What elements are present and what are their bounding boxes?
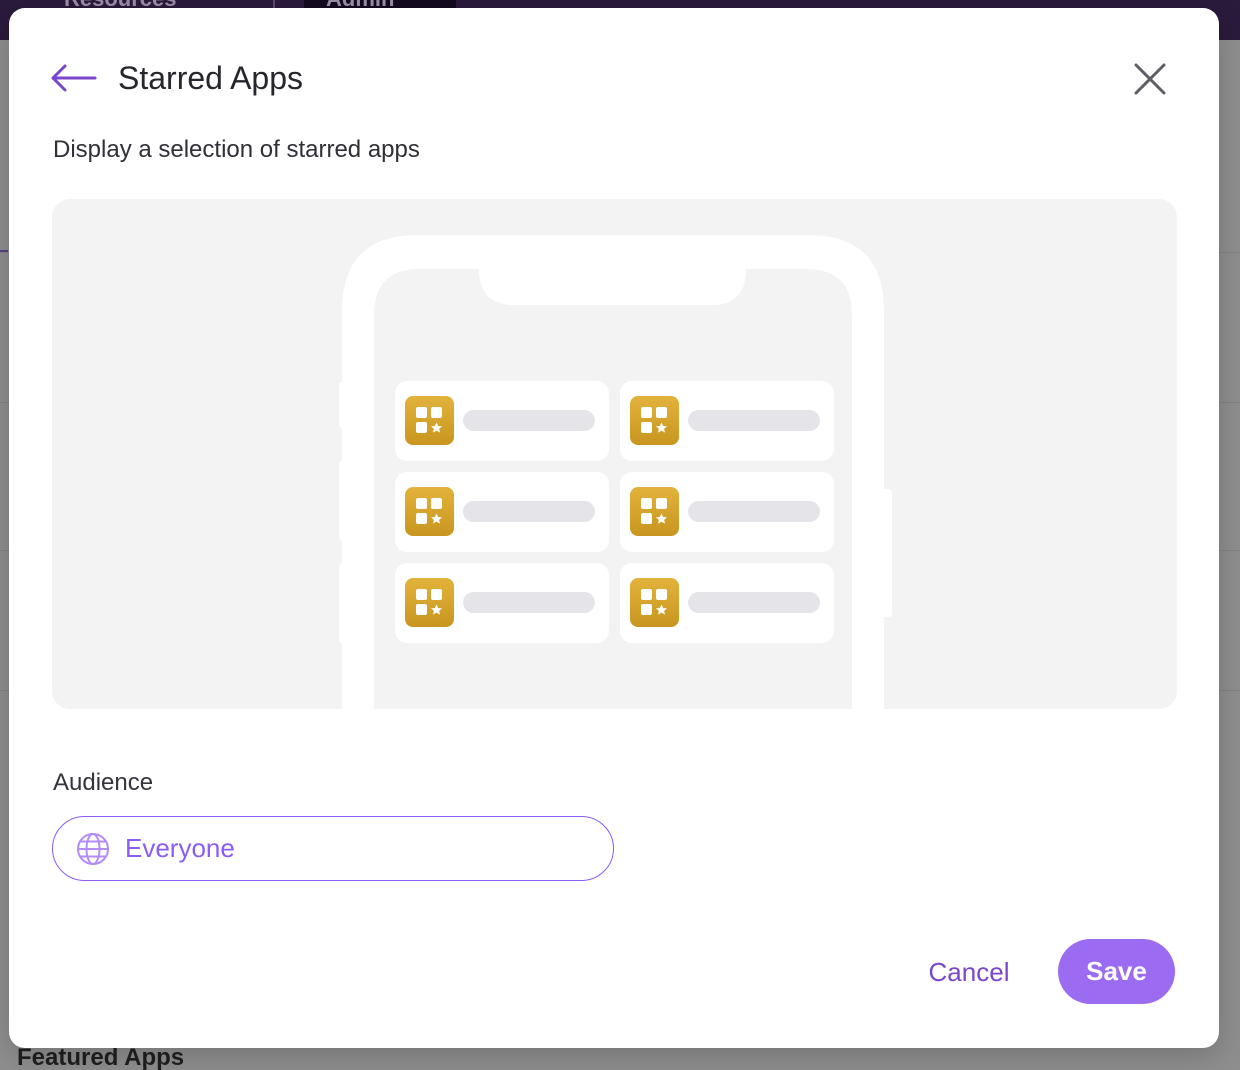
app-tile xyxy=(395,563,609,643)
back-button[interactable] xyxy=(49,60,99,96)
modal-title: Starred Apps xyxy=(118,60,303,96)
globe-icon xyxy=(75,831,111,867)
app-tile xyxy=(620,563,834,643)
background-left-tab-indicator xyxy=(0,196,8,252)
modal-subtitle: Display a selection of starred apps xyxy=(53,136,420,163)
audience-value: Everyone xyxy=(125,833,235,863)
phone-illustration xyxy=(339,235,892,709)
app-tile xyxy=(620,472,834,552)
app-tile xyxy=(395,472,609,552)
audience-label: Audience xyxy=(53,769,154,796)
app-tile xyxy=(620,381,834,461)
app-tile xyxy=(395,381,609,461)
audience-selector[interactable]: Everyone xyxy=(52,816,614,881)
close-button[interactable] xyxy=(1129,58,1171,100)
preview-illustration xyxy=(52,199,1177,709)
cancel-button[interactable]: Cancel xyxy=(899,942,1039,1002)
close-icon xyxy=(1134,63,1166,95)
background-tab-divider xyxy=(273,0,275,8)
arrow-left-icon xyxy=(51,64,97,92)
save-button[interactable]: Save xyxy=(1058,939,1175,1004)
starred-apps-modal: Starred Apps Display a selection of star… xyxy=(9,8,1219,1048)
